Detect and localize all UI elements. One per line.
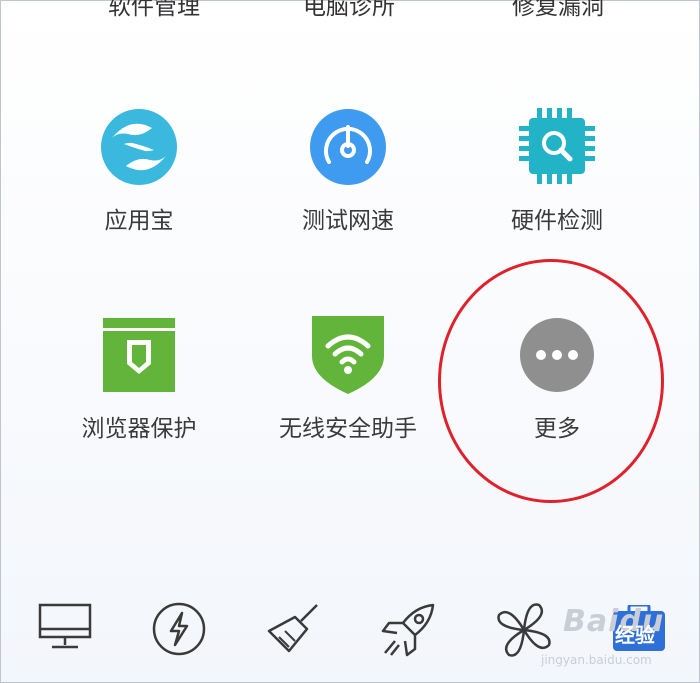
tool-label-pc-clinic[interactable]: 电脑诊所 [259, 0, 439, 21]
watermark-url: jingyan.baidu.com [541, 653, 652, 667]
tool-wifi-security[interactable]: 无线安全助手 [253, 316, 443, 446]
watermark-label: 经验 [615, 623, 655, 647]
fan-icon[interactable] [495, 601, 553, 659]
tool-label: 硬件检测 [511, 208, 603, 234]
tool-label: 无线安全助手 [279, 416, 417, 442]
wifi-shield-icon [312, 316, 384, 394]
browser-shield-icon [103, 318, 175, 392]
tool-browser-protect[interactable]: 浏览器保护 [44, 316, 234, 446]
tool-label-fix-vulnerability[interactable]: 修复漏洞 [468, 0, 648, 21]
hardware-chip-icon [519, 108, 595, 184]
tool-speed-test[interactable]: 测试网速 [253, 106, 443, 236]
top-row-labels: 软件管理 电脑诊所 修复漏洞 [1, 0, 700, 20]
rocket-icon[interactable] [379, 601, 437, 659]
tools-panel: 软件管理 电脑诊所 修复漏洞 应用宝 测试网速 硬件检测 浏览器保护 无线安全助… [0, 0, 700, 683]
broom-icon[interactable] [265, 601, 323, 659]
tool-label: 浏览器保护 [81, 416, 197, 442]
tool-label: 应用宝 [104, 208, 174, 234]
monitor-icon[interactable] [38, 601, 92, 653]
speed-test-icon [310, 109, 386, 185]
tool-label: 测试网速 [302, 208, 394, 234]
highlight-annotation-circle [438, 259, 664, 503]
tool-yingyongbao[interactable]: 应用宝 [44, 106, 234, 236]
lightning-icon[interactable] [151, 601, 207, 657]
yingyongbao-icon [101, 109, 177, 185]
tool-hardware-check[interactable]: 硬件检测 [462, 106, 652, 236]
tool-label-software-manager[interactable]: 软件管理 [64, 0, 244, 21]
